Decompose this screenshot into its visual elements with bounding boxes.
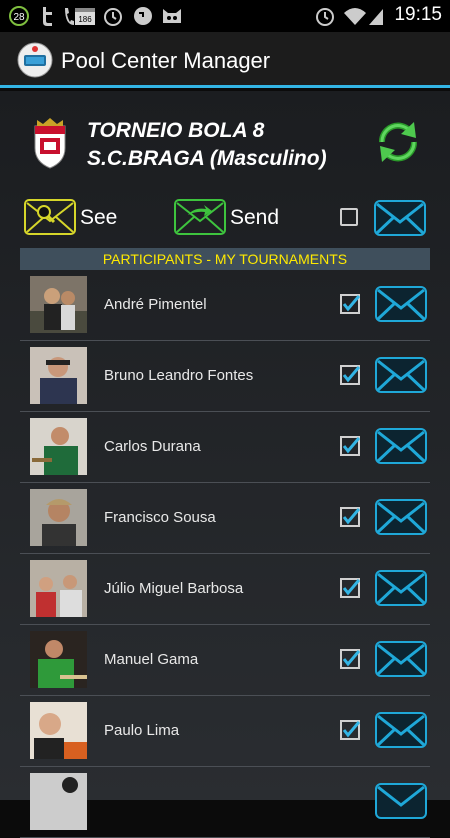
cat-app-icon [163,9,181,23]
participant-name: André Pimentel [104,296,207,313]
twitter-icon [43,7,52,26]
send-mail-icon[interactable] [375,712,427,748]
send-mail-icon[interactable] [375,499,427,535]
action-bar-divider [0,85,450,88]
whatsapp-icon [134,7,152,25]
refresh-icon[interactable] [372,116,424,168]
participant-name: Francisco Sousa [104,509,216,526]
participant-checkbox[interactable] [340,294,360,314]
avatar [30,702,87,759]
participant-checkbox[interactable] [340,720,360,740]
action-bar: Pool Center Manager [0,32,450,88]
tournament-title: TORNEIO BOLA 8 S.C.BRAGA (Masculino) [87,117,327,173]
list-item[interactable]: Carlos Durana [20,412,430,483]
participant-checkbox[interactable] [340,649,360,669]
list-item[interactable]: Paulo Lima [20,696,430,767]
signal-icon [369,9,383,25]
mail-all-icon[interactable] [374,200,426,236]
section-header: PARTICIPANTS - MY TOURNAMENTS [20,248,430,270]
calendar-badge: 186 [78,15,92,24]
participant-checkbox[interactable] [340,365,360,385]
list-item[interactable]: Manuel Gama [20,625,430,696]
list-item[interactable]: Bruno Leandro Fontes [20,341,430,412]
avatar [30,773,87,830]
list-item[interactable]: Júlio Miguel Barbosa [20,554,430,625]
wifi-icon [344,8,366,25]
send-mail-icon[interactable] [375,357,427,393]
send-mail-icon[interactable] [375,286,427,322]
status-bar: 28 186 19:15 [0,0,450,32]
tournament-name-line2: S.C.BRAGA (Masculino) [87,147,327,170]
participant-name: Carlos Durana [104,438,201,455]
notification-count: 28 [13,12,25,23]
select-all-checkbox[interactable] [340,208,358,226]
alarm-icon [104,8,122,26]
list-item[interactable]: André Pimentel [20,270,430,341]
app-logo-icon[interactable] [17,42,53,78]
status-time: 19:15 [394,4,442,25]
club-crest-icon [34,118,66,169]
send-mail-icon[interactable] [375,428,427,464]
calendar-icon: 186 [75,8,95,25]
participant-checkbox[interactable] [340,507,360,527]
list-item[interactable] [20,767,430,838]
send-mail-icon[interactable] [375,783,427,819]
avatar [30,489,87,546]
participant-name: Júlio Miguel Barbosa [104,580,244,597]
participants-list: André Pimentel Bruno Leandro Fontes Carl… [20,270,430,838]
send-mail-icon[interactable] [375,641,427,677]
list-item[interactable]: Francisco Sousa [20,483,430,554]
participant-name: Manuel Gama [104,651,199,668]
send-button[interactable] [174,199,226,235]
tournament-name-line1: TORNEIO BOLA 8 [87,119,265,142]
send-label[interactable]: Send [230,206,279,230]
app-title: Pool Center Manager [61,48,271,73]
participant-checkbox[interactable] [340,578,360,598]
participant-checkbox[interactable] [340,436,360,456]
see-button[interactable] [24,199,76,235]
avatar [30,276,87,333]
participant-name: Paulo Lima [104,722,180,739]
participant-name: Bruno Leandro Fontes [104,367,254,384]
main-content: TORNEIO BOLA 8 S.C.BRAGA (Masculino) See… [0,91,450,838]
see-label[interactable]: See [80,206,117,230]
avatar [30,418,87,475]
send-mail-icon[interactable] [375,570,427,606]
avatar [30,631,87,688]
avatar [30,560,87,617]
avatar [30,347,87,404]
notification-count-icon: 28 [9,6,29,26]
alarm-status-icon [316,8,334,26]
